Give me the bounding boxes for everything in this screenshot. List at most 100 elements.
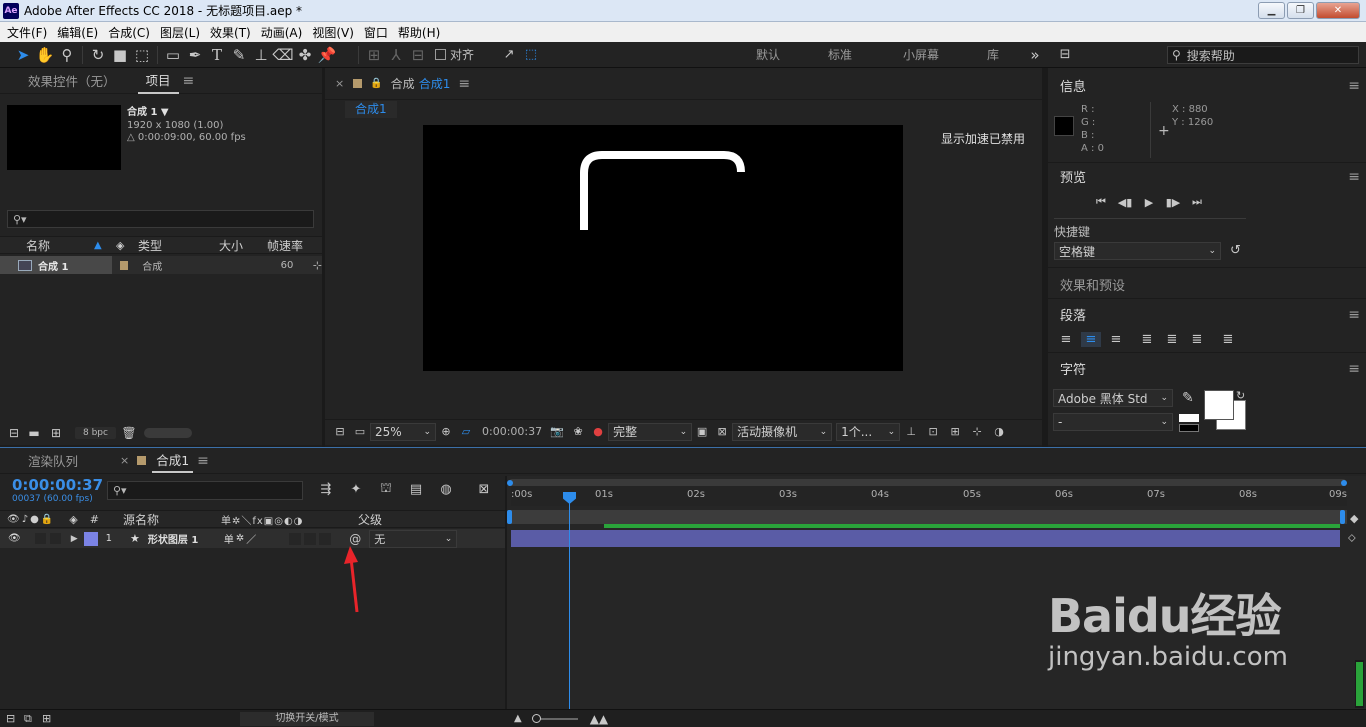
black-swatch[interactable] [1179, 424, 1199, 432]
comp-marker-bin-icon[interactable]: ◆ [1350, 512, 1358, 525]
solo-box[interactable] [34, 533, 46, 544]
timeline-timecode[interactable]: 0:00:00:37 [12, 476, 103, 494]
align-left-icon[interactable]: ≡ [1056, 332, 1076, 347]
clone-stamp-tool-icon[interactable]: ⊥ [250, 44, 272, 66]
switch-box-2[interactable] [304, 532, 317, 545]
work-area-start-handle[interactable] [507, 510, 512, 524]
menu-window[interactable]: 窗口 [359, 24, 393, 41]
region-of-interest-icon[interactable]: ⊕ [436, 421, 456, 443]
timeline-search-input[interactable]: ⚲▾ [107, 481, 303, 500]
new-folder-icon[interactable]: ▬ [23, 422, 45, 444]
interpret-footage-icon[interactable]: ⊟ [5, 422, 23, 444]
workspace-default[interactable]: 默认 [732, 46, 804, 63]
quality-switch-icon[interactable]: ／ [246, 531, 256, 546]
zoom-tool-icon[interactable]: ⚲ [56, 44, 78, 66]
close-tab-icon[interactable]: × [120, 454, 129, 467]
type-tool-icon[interactable]: T [206, 44, 228, 66]
selection-tool-icon[interactable]: ➤ [12, 44, 34, 66]
toggle-grid-icon[interactable]: ⊠ [712, 421, 732, 443]
panel-menu-icon[interactable]: ≡ [1348, 169, 1360, 185]
help-search-input[interactable]: ⚲ 搜索帮助 [1167, 46, 1359, 64]
shy-switch-icon[interactable]: 单 [224, 531, 234, 546]
graph-editor-icon[interactable]: ⊠ [473, 482, 495, 497]
more-workspaces-icon[interactable]: » [1020, 46, 1050, 64]
brush-tool-icon[interactable]: ✎ [228, 44, 250, 66]
pen-tool-icon[interactable]: ✒ [184, 44, 206, 66]
first-frame-icon[interactable]: ⏮ [1092, 195, 1110, 209]
puppet-pin-tool-icon[interactable]: 📌 [316, 44, 338, 66]
color-channel-icon[interactable]: ● [588, 421, 608, 443]
justify-right-icon[interactable]: ≣ [1187, 332, 1207, 347]
align-right-icon[interactable]: ≡ [1106, 332, 1126, 347]
flowchart-icon[interactable]: ⊥ [900, 421, 922, 443]
shortcut-dropdown[interactable]: 空格键 ⌄ [1054, 242, 1221, 260]
shape-layer-path[interactable] [423, 125, 903, 371]
eyedropper-icon[interactable]: ✎ [1182, 390, 1194, 406]
checkbox-icon[interactable] [435, 49, 446, 60]
rectangle-tool-icon[interactable]: ▭ [162, 44, 184, 66]
column-name[interactable]: 名称 [26, 237, 94, 254]
close-icon[interactable]: ✕ [1316, 2, 1360, 19]
snapshot-icon[interactable]: 📷 [546, 421, 568, 443]
local-axis-icon[interactable]: ⊞ [363, 44, 385, 66]
zoom-out-mountain-icon[interactable]: ▲ [514, 713, 522, 724]
eye-icon[interactable]: 👁 [8, 533, 21, 544]
justify-center-icon[interactable]: ≣ [1162, 332, 1182, 347]
workspace-small-screen[interactable]: 小屏幕 [876, 46, 966, 63]
rounded-corner-stroke[interactable] [580, 151, 745, 230]
parent-dropdown[interactable]: 无 ⌄ [369, 529, 458, 548]
comp-tab-name[interactable]: 合成1 [419, 75, 451, 92]
show-snapshot-icon[interactable]: ❀ [568, 421, 588, 443]
label-tag-icon[interactable]: ◈ [69, 513, 77, 526]
reset-exposure-icon[interactable]: ⊡ [922, 421, 944, 443]
font-family-dropdown[interactable]: Adobe 黑体 Std ⌄ [1053, 389, 1173, 407]
switch-box-3[interactable] [319, 532, 332, 545]
snap-checkbox[interactable]: 对齐 [435, 46, 474, 63]
view-axis-icon[interactable]: ⊟ [407, 44, 429, 66]
play-icon[interactable]: ▶ [1140, 196, 1158, 209]
workspace-library[interactable]: 库 [966, 46, 1020, 63]
time-ruler[interactable]: :00s 01s 02s 03s 04s 05s 06s 07s 08s 09s [511, 486, 1347, 506]
collapse-switch-icon[interactable]: ✲ [236, 533, 244, 544]
comp-info-name[interactable]: 合成 1 ▼ [127, 103, 246, 118]
panel-menu-icon[interactable]: ≡ [458, 76, 470, 92]
flowchart-icon[interactable]: ⊹ [313, 259, 322, 272]
label-color-swatch[interactable] [119, 260, 129, 270]
reset-icon[interactable]: ↺ [1230, 243, 1241, 258]
camera-dropdown[interactable]: 活动摄像机 ⌄ [732, 422, 833, 441]
current-time-indicator[interactable] [569, 492, 570, 709]
transparency-grid-icon[interactable]: ▱ [456, 421, 476, 443]
menu-effect[interactable]: 效果(T) [205, 24, 256, 41]
project-item-name-cell[interactable]: 合成 1 [0, 256, 112, 274]
thumbnail-slider[interactable] [143, 428, 192, 438]
column-fps[interactable]: 帧速率 [267, 237, 303, 254]
effects-presets-title[interactable]: 效果和预设 [1060, 275, 1125, 294]
panel-menu-icon[interactable]: ≡ [1348, 78, 1360, 94]
rotate-tool-icon[interactable]: ↻ [87, 44, 109, 66]
close-tab-icon[interactable]: × [335, 77, 344, 90]
panel-menu-icon[interactable]: ≡ [1348, 361, 1360, 377]
comp-breadcrumb[interactable]: 合成1 [345, 101, 397, 118]
hide-shy-layers-icon[interactable]: ⛫ [375, 481, 397, 498]
motion-blur-icon[interactable]: ◍ [435, 482, 457, 497]
font-style-dropdown[interactable]: - ⌄ [1053, 413, 1173, 431]
lock-box[interactable] [49, 533, 61, 544]
column-size[interactable]: 大小 [219, 237, 263, 254]
comp-flowchart-icon[interactable]: ⊹ [966, 421, 988, 443]
snap-feature-icon[interactable]: ↗ [498, 44, 520, 66]
zoom-dropdown[interactable]: 25% ⌄ [370, 422, 436, 441]
layer-label-color[interactable] [83, 531, 98, 546]
column-type[interactable]: 类型 [138, 237, 215, 254]
views-dropdown[interactable]: 1个... ⌄ [836, 422, 901, 441]
swap-colors-icon[interactable]: ↻ [1236, 389, 1245, 402]
time-navigator[interactable] [509, 479, 1346, 486]
layer-duration-bar[interactable] [511, 530, 1340, 547]
draft-3d-icon[interactable]: ✦ [345, 482, 367, 497]
render-icon[interactable]: ⊞ [944, 421, 966, 443]
tab-comp1[interactable]: 合成1 [152, 449, 194, 473]
sync-settings-icon[interactable]: ⊟ [1054, 44, 1076, 66]
column-parent[interactable]: 父级 [358, 511, 382, 528]
toggle-switches-modes-button[interactable]: 切换开关/模式 [240, 711, 374, 726]
menu-help[interactable]: 帮助(H) [393, 24, 445, 41]
menu-edit[interactable]: 编辑(E) [52, 24, 103, 41]
